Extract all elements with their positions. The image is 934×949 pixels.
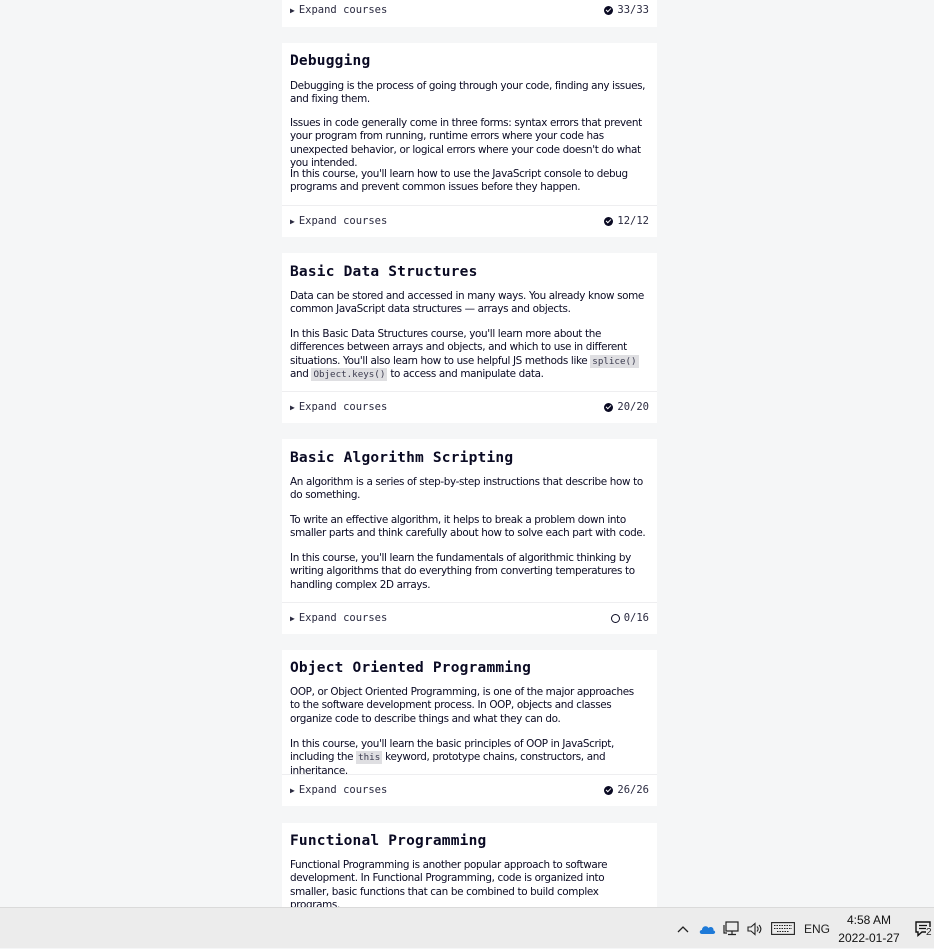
notification-icon[interactable]: 2 xyxy=(912,908,934,949)
system-clock[interactable]: 4:58 AM 2022-01-27 xyxy=(830,911,908,947)
course-card-object-oriented-programming: Object Oriented Programming OOP, or Obje… xyxy=(282,650,657,806)
check-circle-icon xyxy=(604,402,614,412)
volume-icon[interactable] xyxy=(744,908,766,949)
chevron-up-icon[interactable] xyxy=(672,908,694,949)
course-card-debugging: Debugging Debugging is the process of go… xyxy=(282,43,657,237)
course-card-functional-programming: Functional Programming Functional Progra… xyxy=(282,823,657,907)
expand-triangle-icon: ▶ xyxy=(290,614,295,623)
course-card-basic-algorithm-scripting: Basic Algorithm Scripting An algorithm i… xyxy=(282,439,657,634)
onedrive-cloud-icon[interactable] xyxy=(696,908,718,949)
inline-code: splice() xyxy=(590,354,639,368)
inline-code: this xyxy=(356,751,383,765)
course-description: An algorithm is a series of step-by-step… xyxy=(290,476,643,502)
check-circle-icon xyxy=(604,5,614,15)
course-title: Basic Data Structures xyxy=(290,264,478,280)
expand-triangle-icon: ▶ xyxy=(290,403,295,412)
expand-courses-button[interactable]: ▶ Expand courses xyxy=(290,215,387,227)
card-footer: ▶ Expand courses 26/26 xyxy=(282,774,657,806)
course-card-basic-data-structures: Basic Data Structures Data can be stored… xyxy=(282,253,657,423)
language-indicator[interactable]: ENG xyxy=(800,908,834,949)
notification-count-badge: 2 xyxy=(926,927,932,938)
course-description: OOP, or Object Oriented Programming, is … xyxy=(290,686,634,725)
progress-indicator: 26/26 xyxy=(604,784,649,796)
course-title: Functional Programming xyxy=(290,833,487,849)
expand-triangle-icon: ▶ xyxy=(290,786,295,795)
course-description: Debugging is the process of going throug… xyxy=(290,80,646,106)
clock-time: 4:58 AM xyxy=(846,913,892,927)
inline-code: Object.keys() xyxy=(311,368,388,382)
card-footer: ▶ Expand courses 33/33 xyxy=(282,0,657,27)
network-icon[interactable] xyxy=(720,908,742,949)
course-description: Issues in code generally come in three f… xyxy=(290,117,642,170)
empty-circle-icon xyxy=(610,613,620,623)
course-description: In this Basic Data Structures course, yo… xyxy=(290,328,639,382)
course-title: Debugging xyxy=(290,53,371,69)
course-list-page: ▶ Expand courses 33/33 Debugging Debuggin… xyxy=(0,0,934,907)
card-footer: ▶ Expand courses 0/16 xyxy=(282,602,657,634)
check-circle-icon xyxy=(604,216,614,226)
course-description: In this course, you'll learn how to use … xyxy=(290,168,628,194)
taskbar: ENG 4:58 AM 2022-01-27 2 xyxy=(0,907,934,948)
course-description: Data can be stored and accessed in many … xyxy=(290,290,644,316)
progress-indicator: 33/33 xyxy=(604,4,649,16)
keyboard-icon[interactable] xyxy=(769,908,797,949)
expand-courses-button[interactable]: ▶ Expand courses xyxy=(290,612,387,624)
progress-indicator: 20/20 xyxy=(604,401,649,413)
course-title: Object Oriented Programming xyxy=(290,660,532,676)
progress-indicator: 0/16 xyxy=(610,612,649,624)
course-title: Basic Algorithm Scripting xyxy=(290,450,514,466)
card-footer: ▶ Expand courses 20/20 xyxy=(282,391,657,423)
progress-indicator: 12/12 xyxy=(604,215,649,227)
course-card: ▶ Expand courses 33/33 xyxy=(282,0,657,27)
check-circle-icon xyxy=(604,785,614,795)
expand-triangle-icon: ▶ xyxy=(290,6,295,15)
expand-courses-button[interactable]: ▶ Expand courses xyxy=(290,784,387,796)
course-description: Functional Programming is another popula… xyxy=(290,859,608,907)
expand-courses-button[interactable]: ▶ Expand courses xyxy=(290,4,387,16)
course-description: To write an effective algorithm, it help… xyxy=(290,514,646,540)
course-description: In this course, you'll learn the basic p… xyxy=(290,738,614,777)
course-description: In this course, you'll learn the fundame… xyxy=(290,552,635,591)
expand-triangle-icon: ▶ xyxy=(290,217,295,226)
clock-date: 2022-01-27 xyxy=(838,931,900,945)
expand-courses-button[interactable]: ▶ Expand courses xyxy=(290,401,387,413)
card-footer: ▶ Expand courses 12/12 xyxy=(282,205,657,237)
